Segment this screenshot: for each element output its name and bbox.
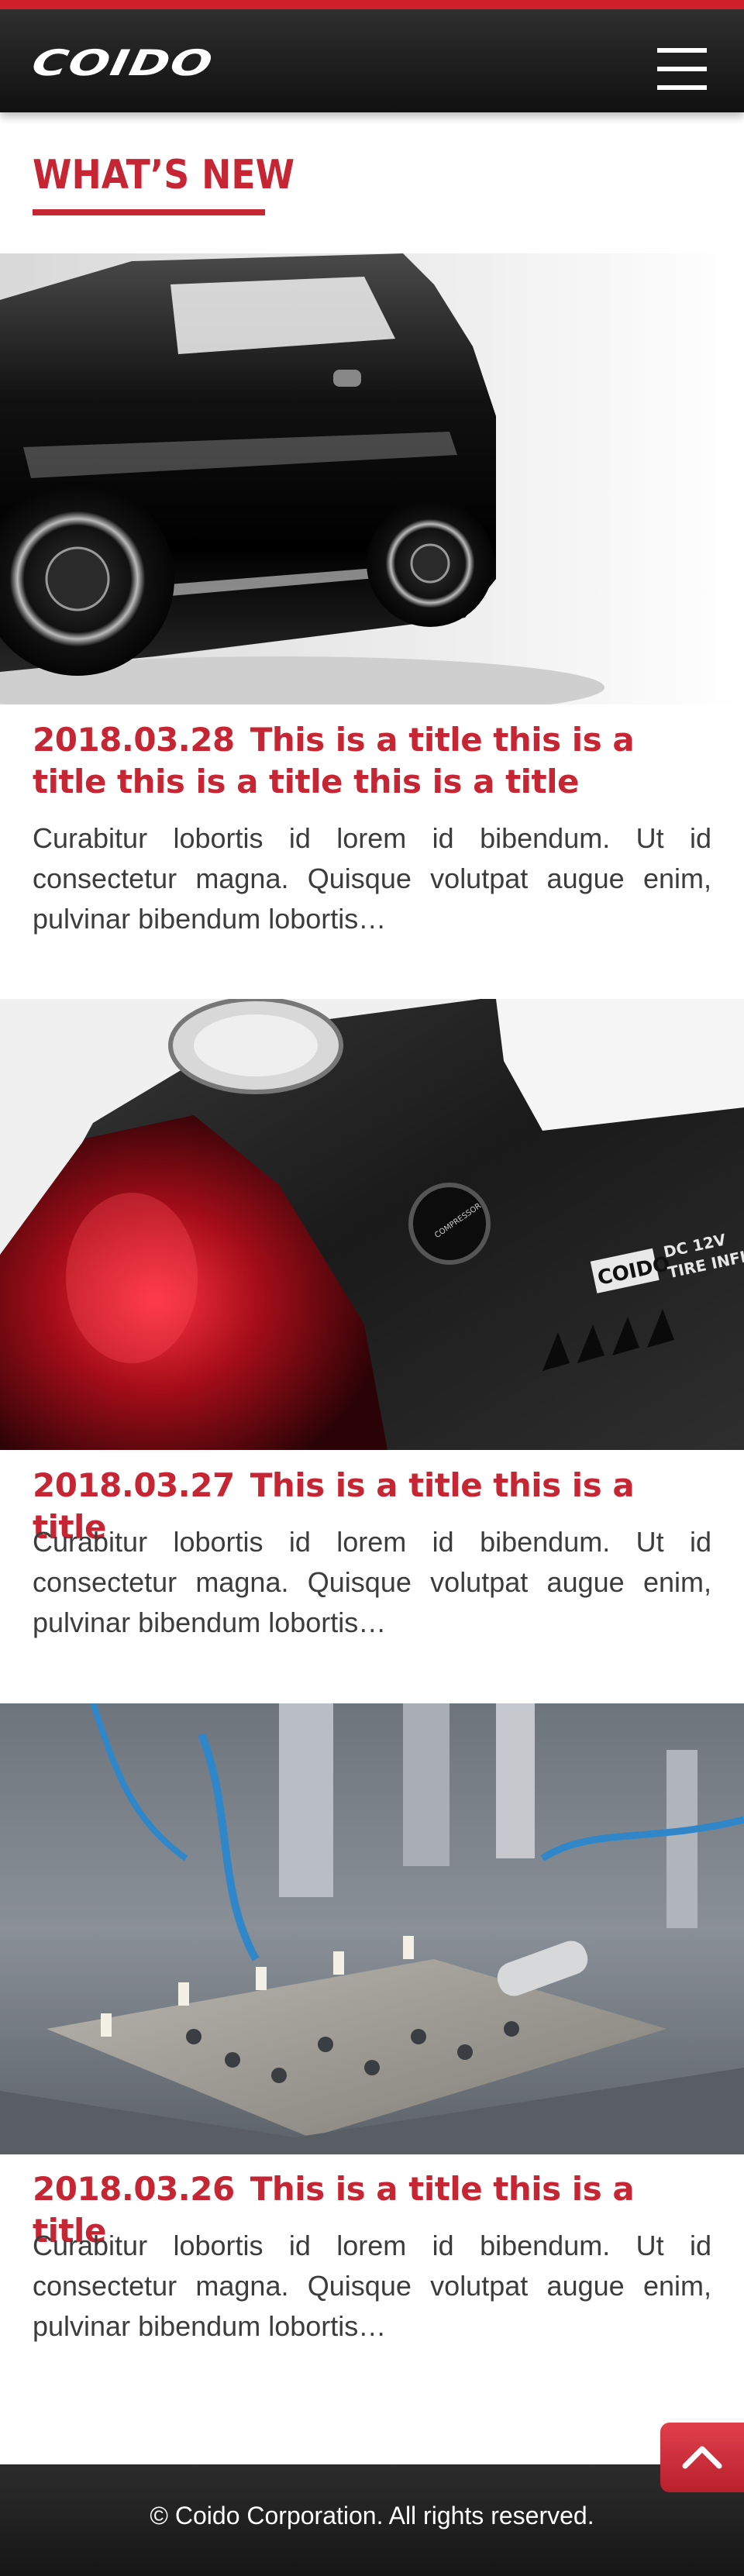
coido-logo[interactable]: COIDO <box>29 42 217 84</box>
top-navigation-bar: COIDO <box>0 0 744 112</box>
news-title-1[interactable]: 2018.03.28 This is a title this is a titl… <box>33 719 715 803</box>
chevron-up-icon <box>682 2446 722 2469</box>
news-date: 2018.03.26 <box>33 2170 235 2208</box>
back-to-top-button[interactable] <box>660 2423 744 2492</box>
news-date: 2018.03.28 <box>33 721 235 759</box>
news-date: 2018.03.27 <box>33 1466 235 1504</box>
news-image-car[interactable] <box>0 253 744 704</box>
news-image-factory[interactable] <box>0 1703 744 2154</box>
copyright-text: © Coido Corporation. All rights reserved… <box>150 2502 594 2530</box>
footer: © Coido Corporation. All rights reserved… <box>0 2464 744 2576</box>
title-underline <box>33 209 265 215</box>
page-title: WHAT’S NEW <box>33 152 295 198</box>
news-image-compressor[interactable]: COMPRESSOR COIDO DC 12V TIRE INFLAT <box>0 999 744 1450</box>
news-excerpt-3: Curabitur lobortis id lorem id bibendum.… <box>33 2230 711 2342</box>
news-excerpt-2: Curabitur lobortis id lorem id bibendum.… <box>33 1526 711 1638</box>
menu-button[interactable] <box>651 46 713 91</box>
news-excerpt-1: Curabitur lobortis id lorem id bibendum.… <box>33 822 711 935</box>
